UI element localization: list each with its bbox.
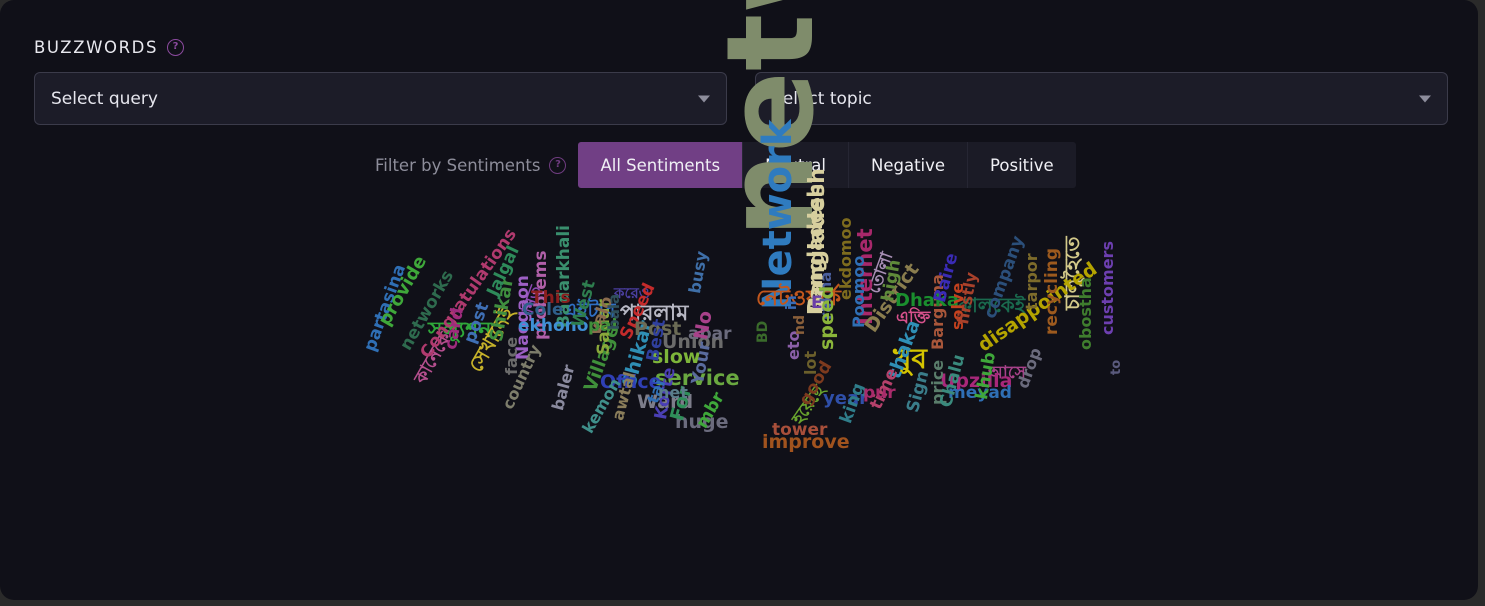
panel-header: BUZZWORDS ? (34, 38, 185, 57)
wordcloud-word[interactable]: No (690, 309, 717, 341)
wordcloud-word[interactable]: bala (605, 294, 623, 330)
buzzwords-panel: BUZZWORDS ? Select query Select topic Fi… (0, 0, 1478, 600)
wordcloud-word[interactable]: lot (801, 351, 820, 375)
tab-negative[interactable]: Negative (848, 142, 969, 188)
wordcloud-word[interactable]: customers (1098, 241, 1117, 335)
wordcloud-word[interactable]: recycling (1042, 248, 1062, 335)
wordcloud-word[interactable]: BD (755, 321, 771, 343)
sentiment-filter-label: Filter by Sentiments (375, 155, 541, 175)
wordcloud-word[interactable]: E (811, 295, 823, 312)
select-query-value: Select query (51, 88, 158, 109)
wordcloud-word[interactable]: firstly (953, 271, 981, 326)
tab-positive[interactable]: Positive (968, 142, 1076, 188)
wordcloud-word[interactable]: in (784, 295, 800, 310)
help-circle-icon[interactable]: ? (549, 156, 567, 174)
wordcloud-word[interactable]: Cole (522, 302, 564, 319)
select-query-dropdown[interactable]: Select query (34, 72, 727, 125)
page-title: BUZZWORDS (34, 38, 159, 57)
wordcloud-word[interactable]: Sign (903, 369, 933, 415)
wordcloud-word[interactable]: Poomoo (849, 256, 868, 328)
help-circle-icon[interactable]: ? (167, 39, 185, 56)
wordcloud-word[interactable]: nd (792, 315, 808, 335)
wordcloud-word[interactable]: to (1109, 360, 1124, 375)
wordcloud-word[interactable]: busy (685, 250, 711, 295)
buzzwords-wordcloud: networkNetworkনেটওয়ার্কপারলামBangladesh… (0, 0, 1478, 600)
wordcloud-word[interactable]: drop (1013, 345, 1045, 391)
wordcloud-word[interactable]: tarpor (1022, 253, 1041, 310)
wordcloud-word[interactable]: net (658, 385, 688, 401)
wordcloud-word[interactable]: pur (863, 385, 896, 402)
wordcloud-word[interactable]: obostha (1076, 277, 1095, 350)
wordcloud-word[interactable]: baler (548, 363, 578, 413)
chevron-down-icon (1419, 95, 1431, 102)
wordcloud-word[interactable]: tower (772, 422, 827, 439)
wordcloud-word[interactable]: face (502, 337, 521, 375)
select-topic-dropdown[interactable]: Select topic (755, 72, 1448, 125)
wordcloud-word[interactable]: Network (755, 120, 801, 311)
